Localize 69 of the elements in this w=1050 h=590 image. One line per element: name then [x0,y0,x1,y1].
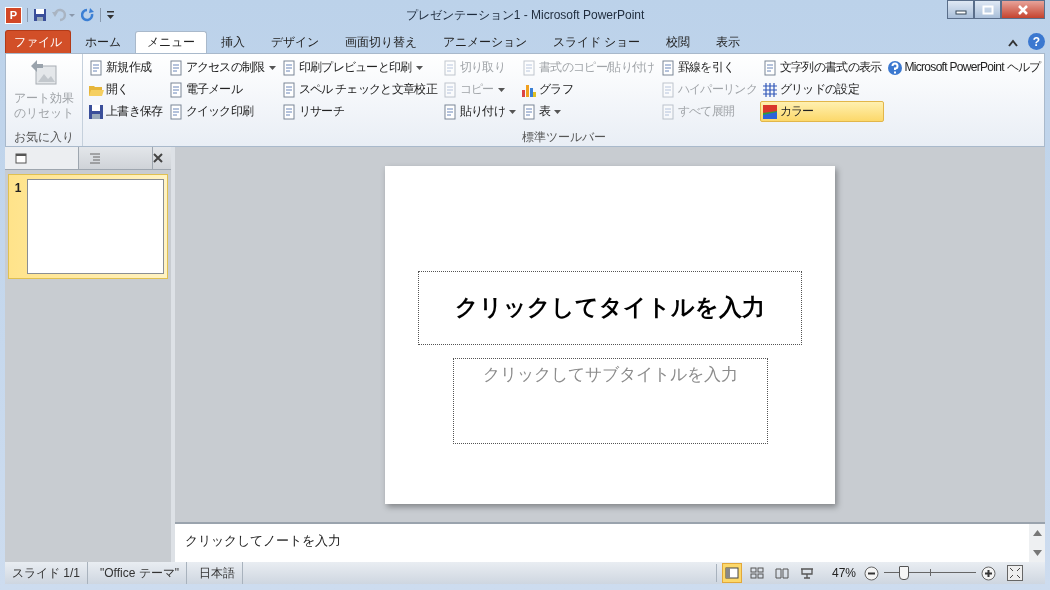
ribbon-tab[interactable]: メニュー [135,31,207,53]
dropdown-caret-icon [415,65,423,70]
ribbon-tab[interactable]: 校閲 [654,31,703,53]
toolbar-button[interactable]: グリッドの設定 [759,79,884,100]
customize-caret-icon[interactable] [106,10,115,20]
toolbar-button[interactable]: アクセスの制限 [165,57,278,78]
group-label: 標準ツールバー [521,130,608,145]
close-button[interactable] [1001,0,1045,19]
scroll-up-icon[interactable] [1032,530,1042,536]
ribbon-tab[interactable]: 挿入 [209,31,257,53]
zoom-in-icon[interactable] [981,565,996,581]
ribbon-tab[interactable]: スライド ショー [541,31,653,53]
file-tab[interactable]: ファイル [5,30,71,53]
save-icon[interactable] [33,8,47,22]
toolbar-button[interactable]: 新規作成 [86,57,165,78]
color-icon [761,103,778,120]
maximize-button[interactable] [974,0,1001,19]
dropdown-caret-icon [554,109,562,114]
toolbar-button[interactable]: 電子メール [165,79,278,100]
help-icon [886,59,903,76]
slide-thumbnail[interactable]: 1 [8,174,168,279]
group-label: お気に入り [13,130,75,145]
ribbon-tab[interactable]: 表示 [704,31,753,53]
status-item: "Office テーマ" [93,562,187,584]
minimize-button[interactable] [947,0,974,19]
zoom-slider[interactable] [884,565,976,581]
maximize-icon [981,4,994,15]
grid-icon [761,81,778,98]
toolbar-button[interactable]: リサーチ [278,101,439,122]
scroll-down-icon[interactable] [1032,550,1042,556]
dropdown-caret-icon [497,87,505,92]
app-logo[interactable]: P [5,6,22,24]
toolbar-button[interactable]: Microsoft PowerPoint ヘルプ [884,57,1043,78]
normal-view-icon[interactable] [721,563,742,583]
toolbar-button[interactable]: 貼り付け [439,101,519,122]
toolbar-button[interactable]: 文字列の書式の表示 [759,57,884,78]
collapse-ribbon-icon[interactable] [1008,39,1018,47]
ribbon-tab[interactable]: ホーム [73,31,133,53]
status-item: 日本語 [192,562,243,584]
outline-icon [89,152,101,164]
slide-icon [15,152,27,164]
zoom-level[interactable]: 47% [831,566,856,580]
dropdown-caret-icon [268,65,276,70]
toolbar-button[interactable]: 印刷プレビューと印刷 [278,57,439,78]
slider-thumb[interactable] [899,566,910,580]
ribbon-tab[interactable]: デザイン [259,31,331,53]
subtitle-placeholder[interactable]: クリックしてサブタイトルを入力 [452,357,768,444]
toolbar-button[interactable]: カラー [759,101,884,122]
new-document-icon [88,59,104,76]
toolbar-button[interactable]: 上書き保存 [86,101,165,122]
window-title: プレゼンテーション1 - Microsoft PowerPoint [405,7,645,24]
title-placeholder[interactable]: クリックしてタイトルを入力 [418,270,802,345]
dropdown-caret-icon [509,109,517,114]
fit-to-window-icon[interactable] [1007,565,1023,581]
toolbar-button[interactable]: 罫線を引く [657,57,759,78]
toolbar-button[interactable]: スペル チェックと文章校正 [278,79,439,100]
close-icon[interactable] [153,153,163,163]
toolbar-button[interactable]: グラフ [519,79,657,100]
close-icon [1017,4,1029,15]
ribbon-tab[interactable]: アニメーション [431,31,539,53]
status-item: スライド 1/1 [5,562,88,584]
redo-icon[interactable] [81,8,95,22]
toolbar-button[interactable]: クイック印刷 [165,101,278,122]
slides-tab[interactable] [5,147,79,169]
toolbar-button[interactable]: 表 [519,101,657,122]
toolbar-button[interactable]: 開く [86,79,165,100]
zoom-out-icon[interactable] [864,565,879,581]
ribbon-tab[interactable]: 画面切り替え [333,31,429,53]
help-button[interactable]: ? [1028,33,1045,50]
